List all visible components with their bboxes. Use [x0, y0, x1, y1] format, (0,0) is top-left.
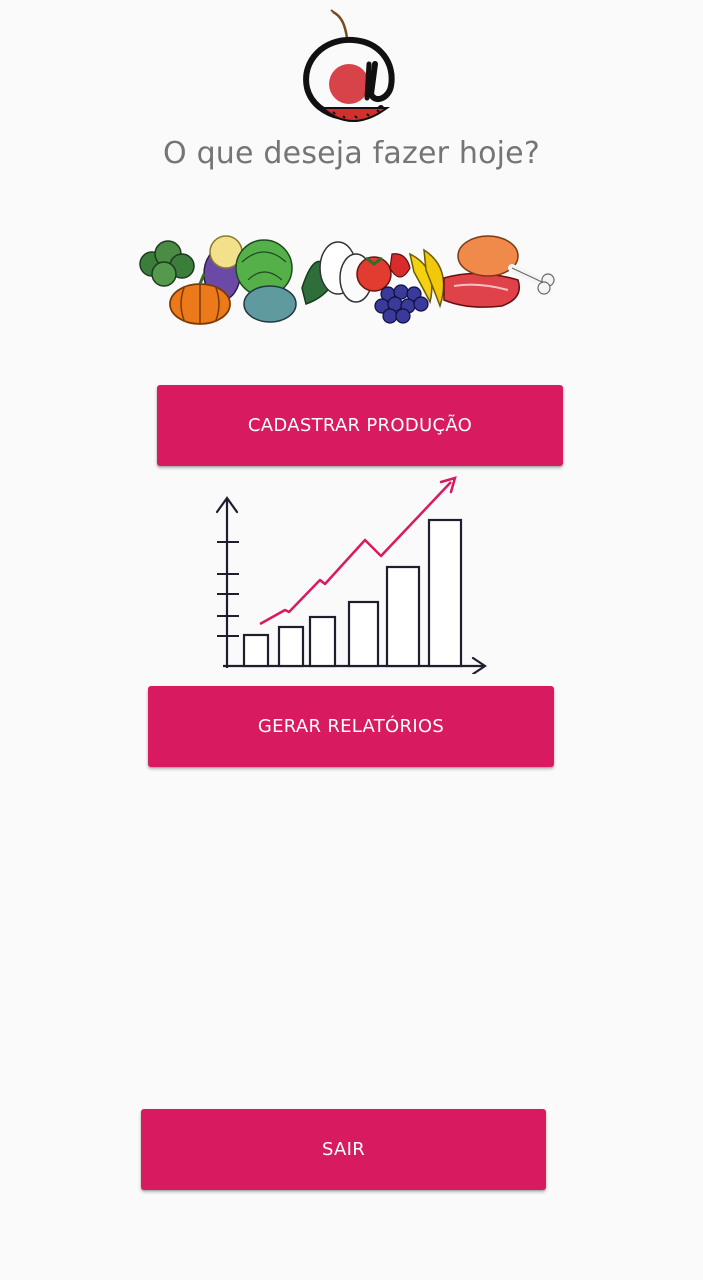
generate-reports-button[interactable]: GERAR RELATÓRIOS: [148, 686, 554, 767]
cherry-at-logo-icon: [303, 9, 395, 122]
register-production-button[interactable]: CADASTRAR PRODUÇÃO: [157, 385, 563, 466]
vegetables-fruits-meat-icon: [139, 235, 555, 325]
register-production-label: CADASTRAR PRODUÇÃO: [247, 415, 473, 436]
exit-label: SAIR: [321, 1139, 366, 1160]
exit-button[interactable]: SAIR: [141, 1109, 546, 1190]
page-title: O que deseja fazer hoje?: [163, 136, 540, 171]
growth-bar-chart-icon: [215, 476, 487, 674]
generate-reports-label: GERAR RELATÓRIOS: [257, 716, 445, 737]
